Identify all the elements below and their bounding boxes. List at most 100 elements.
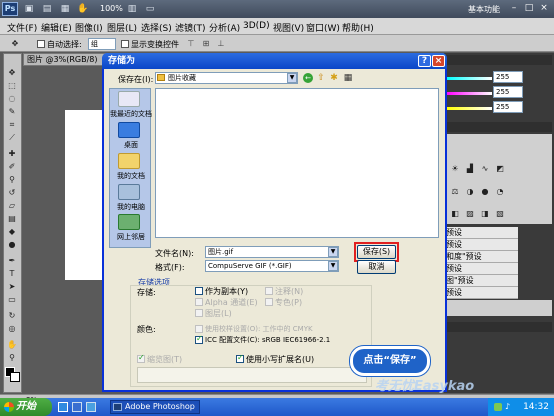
thumbnail-checkbox[interactable] — [137, 353, 145, 363]
history-brush-tool[interactable]: ↺ — [6, 187, 18, 198]
mini-bridge-icon[interactable]: ▤ — [40, 3, 54, 15]
cancel-button[interactable]: 取消 — [357, 260, 396, 274]
new-folder-icon[interactable]: ✱ — [329, 73, 339, 83]
desktop-icon[interactable] — [118, 122, 140, 138]
color-value-g[interactable]: 255 — [493, 86, 523, 98]
posterize-icon[interactable]: ▨ — [464, 208, 476, 219]
show-transform-checkbox[interactable] — [121, 40, 129, 48]
gradient-map-icon[interactable]: ▧ — [494, 208, 506, 219]
clone-stamp-tool[interactable]: ⚲ — [6, 174, 18, 185]
brightness-icon[interactable]: ☀ — [449, 163, 461, 174]
path-select-tool[interactable]: ➤ — [6, 281, 18, 292]
layers-panel-header[interactable] — [444, 322, 552, 332]
filename-input[interactable]: 图片.gif — [205, 246, 339, 258]
workspace-switcher[interactable]: 基本功能 — [468, 4, 500, 15]
preset-item[interactable]: 预设 — [446, 239, 518, 251]
close-app-button[interactable]: × — [538, 3, 550, 14]
crop-tool[interactable]: ⌗ — [6, 119, 18, 130]
eyedropper-tool[interactable]: ⟋ — [6, 132, 18, 143]
menu-help[interactable]: 帮助(H) — [342, 21, 374, 34]
menu-edit[interactable]: 编辑(E) — [41, 21, 72, 34]
color-value-b[interactable]: 255 — [493, 101, 523, 113]
healing-brush-tool[interactable]: ✚ — [6, 148, 18, 159]
swatches-panel-header[interactable] — [444, 122, 552, 132]
dodge-tool[interactable]: ● — [6, 239, 18, 250]
menu-select[interactable]: 选择(S) — [141, 21, 172, 34]
save-button[interactable]: 保存(S) — [357, 245, 396, 259]
menu-window[interactable]: 窗口(W) — [306, 21, 340, 34]
my-documents-icon[interactable] — [118, 153, 140, 169]
menu-analysis[interactable]: 分析(A) — [209, 21, 240, 34]
maximize-button[interactable]: □ — [523, 3, 535, 14]
threshold-icon[interactable]: ◨ — [479, 208, 491, 219]
back-icon[interactable]: ← — [303, 73, 313, 83]
zoom-level[interactable]: 100% — [100, 4, 123, 13]
align-top-icon[interactable]: ⊤ — [185, 38, 197, 49]
preset-item[interactable]: 预设 — [446, 263, 518, 275]
type-tool[interactable]: T — [6, 268, 18, 279]
as-copy-checkbox[interactable] — [195, 287, 203, 295]
preset-item[interactable]: 和度"预设 — [446, 251, 518, 263]
place-network[interactable]: 网上邻居 — [105, 232, 157, 242]
menu-view[interactable]: 视图(V) — [273, 21, 304, 34]
auto-select-checkbox[interactable] — [37, 40, 45, 48]
network-icon[interactable] — [118, 214, 140, 230]
3d-rotate-tool[interactable]: ↻ — [6, 310, 18, 321]
channel-mixer-icon[interactable]: ◔ — [494, 186, 506, 197]
screen-mode-icon[interactable]: ▭ — [143, 3, 157, 15]
alpha-checkbox[interactable] — [195, 298, 203, 306]
3d-orbit-tool[interactable]: ◎ — [6, 323, 18, 334]
align-middle-icon[interactable]: ⊞ — [200, 38, 212, 49]
place-recent[interactable]: 我最近的文档 — [105, 109, 157, 119]
zoom-tool[interactable]: ⚲ — [6, 352, 18, 363]
place-computer[interactable]: 我的电脑 — [105, 202, 157, 212]
pen-tool[interactable]: ✒ — [6, 255, 18, 266]
balance-icon[interactable]: ⚖ — [449, 186, 461, 197]
hand-icon[interactable]: ✋ — [76, 3, 90, 15]
file-list[interactable] — [155, 88, 439, 238]
quicklaunch-media-icon[interactable] — [86, 402, 96, 412]
preset-item[interactable]: 图"预设 — [446, 275, 518, 287]
notes-checkbox[interactable] — [265, 287, 273, 295]
bw-icon[interactable]: ◑ — [464, 186, 476, 197]
eraser-tool[interactable]: ▱ — [6, 200, 18, 211]
menu-image[interactable]: 图像(I) — [75, 21, 103, 34]
preset-item[interactable]: 预设 — [446, 287, 518, 299]
save-in-dropdown-arrow[interactable]: ▼ — [287, 73, 297, 83]
move-tool[interactable]: ✥ — [6, 67, 18, 78]
close-dialog-button[interactable]: × — [432, 55, 445, 67]
help-button[interactable]: ? — [418, 55, 431, 67]
curves-icon[interactable]: ∿ — [479, 163, 491, 174]
lasso-tool[interactable]: ◌ — [6, 93, 18, 104]
auto-select-dropdown[interactable]: 组 — [88, 38, 116, 50]
photo-filter-icon[interactable]: ● — [479, 186, 491, 197]
icc-profile-checkbox[interactable] — [195, 334, 203, 344]
invert-icon[interactable]: ◧ — [449, 208, 461, 219]
format-dropdown-arrow[interactable]: ▼ — [328, 261, 338, 271]
brush-tool[interactable]: ✐ — [6, 161, 18, 172]
up-folder-icon[interactable]: ⇧ — [316, 73, 326, 83]
filename-dropdown-arrow[interactable]: ▼ — [328, 247, 338, 257]
menu-layer[interactable]: 图层(L) — [107, 21, 137, 34]
tray-volume-icon[interactable]: ♪ — [505, 403, 513, 411]
levels-icon[interactable]: ▟ — [464, 163, 476, 174]
hand-tool[interactable]: ✋ — [6, 339, 18, 350]
menu-filter[interactable]: 滤镜(T) — [175, 21, 206, 34]
color-value-r[interactable]: 255 — [493, 71, 523, 83]
minimize-button[interactable]: – — [508, 3, 520, 14]
my-computer-icon[interactable] — [118, 184, 140, 200]
spot-checkbox[interactable] — [265, 298, 273, 306]
view-menu-icon[interactable]: ▦ — [342, 73, 354, 83]
quick-select-tool[interactable]: ✎ — [6, 106, 18, 117]
menu-3d[interactable]: 3D(D) — [243, 21, 270, 31]
align-bottom-icon[interactable]: ⊥ — [215, 38, 227, 49]
quicklaunch-ie-icon[interactable] — [58, 402, 68, 412]
move-tool-icon[interactable]: ✥ — [9, 38, 21, 49]
recent-docs-icon[interactable] — [118, 91, 140, 107]
quicklaunch-desktop-icon[interactable] — [72, 402, 82, 412]
proof-setup-checkbox[interactable] — [195, 325, 203, 333]
arrange-icon[interactable]: ▥ — [125, 3, 139, 15]
color-panel-header[interactable] — [444, 55, 552, 65]
background-color-swatch[interactable] — [10, 372, 20, 382]
marquee-tool[interactable]: ⬚ — [6, 80, 18, 91]
